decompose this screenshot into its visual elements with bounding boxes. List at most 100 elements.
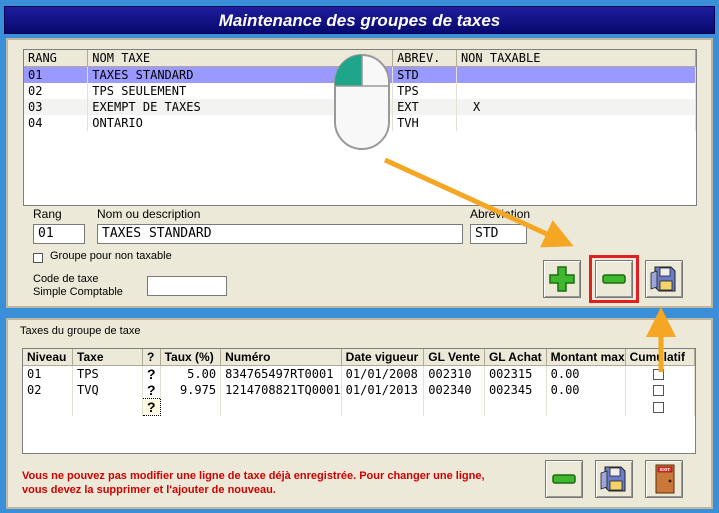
groups-panel: RANG NOM TAXE ABREV. NON TAXABLE 01 TAXE… [6, 38, 713, 308]
save-icon [600, 466, 626, 492]
warning-line-2: vous devez la supprimer et l'ajouter de … [22, 484, 276, 496]
cell-date: 01/01/2013 [341, 382, 425, 399]
cell-gl-vente: 002310 [423, 365, 485, 382]
cell-numero: 1214708821TQ0001 [220, 382, 342, 399]
cumulatif-checkbox[interactable] [652, 401, 664, 413]
rang-label: Rang [33, 207, 62, 221]
cell-rang: 03 [24, 99, 89, 115]
code-input[interactable] [147, 276, 227, 296]
svg-text:EXIT: EXIT [660, 467, 670, 472]
cell-nom: TPS SEULEMENT [87, 83, 394, 99]
remove-icon [552, 474, 576, 484]
groups-table[interactable]: RANG NOM TAXE ABREV. NON TAXABLE 01 TAXE… [23, 49, 697, 206]
cell-rang: 02 [24, 83, 89, 99]
table-row[interactable]: 01 TPS ? 5.00 834765497RT0001 01/01/2008… [23, 365, 695, 382]
add-button[interactable] [543, 260, 581, 298]
cell-taux [160, 398, 222, 416]
help-icon[interactable]: ? [142, 382, 161, 399]
cell-non-taxable: X [456, 99, 696, 115]
taxes-table-header: Niveau Taxe ? Taux (%) Numéro Date vigue… [23, 349, 695, 366]
window-title: Maintenance des groupes de taxes [4, 6, 715, 34]
code-label-1: Code de taxe [33, 273, 99, 285]
taxes-table[interactable]: Niveau Taxe ? Taux (%) Numéro Date vigue… [22, 348, 696, 454]
help-icon[interactable]: ? [142, 398, 161, 416]
save-button[interactable] [645, 260, 683, 298]
cell-montant-max: 0.00 [546, 365, 626, 382]
cell-gl-achat [484, 398, 547, 416]
cell-abrev: TVH [392, 115, 457, 131]
groups-table-header: RANG NOM TAXE ABREV. NON TAXABLE [24, 50, 696, 67]
nom-label: Nom ou description [97, 207, 201, 221]
col-help[interactable]: ? [142, 349, 161, 366]
cell-numero: 834765497RT0001 [220, 365, 342, 382]
table-row[interactable]: 04 ONTARIO TVH [24, 115, 696, 131]
cell-cumulatif [625, 382, 695, 399]
cell-niveau: 02 [23, 382, 74, 399]
cumulatif-checkbox[interactable] [652, 384, 664, 396]
table-row[interactable]: ? [23, 398, 695, 416]
cell-non-taxable [456, 66, 696, 83]
cell-gl-achat: 002315 [484, 365, 547, 382]
cell-niveau [23, 398, 74, 416]
col-gl-vente[interactable]: GL Vente [423, 349, 485, 366]
save-tax-button[interactable] [595, 460, 633, 498]
exit-door-icon: EXIT [655, 464, 675, 494]
save-icon [650, 266, 676, 292]
col-abrev[interactable]: ABREV. [392, 50, 457, 67]
remove-tax-button[interactable] [545, 460, 583, 498]
cell-date [341, 398, 425, 416]
col-rang[interactable]: RANG [24, 50, 89, 67]
nom-input[interactable]: TAXES STANDARD [97, 224, 463, 244]
cell-date: 01/01/2008 [341, 365, 425, 382]
non-taxable-checkbox[interactable] [33, 253, 43, 263]
cell-abrev: TPS [392, 83, 457, 99]
col-nom-taxe[interactable]: NOM TAXE [87, 50, 394, 67]
cell-abrev: EXT [392, 99, 457, 115]
cell-rang: 01 [24, 66, 89, 83]
table-row[interactable]: 01 TAXES STANDARD STD [24, 66, 696, 83]
cell-nom: TAXES STANDARD [87, 66, 394, 83]
cell-montant-max: 0.00 [546, 382, 626, 399]
taxes-panel: Taxes du groupe de taxe Niveau Taxe ? Ta… [6, 318, 713, 509]
cell-taxe: TVQ [72, 382, 143, 399]
abrev-input[interactable]: STD [470, 224, 527, 244]
cell-abrev: STD [392, 66, 457, 83]
cell-cumulatif [625, 365, 695, 382]
cell-cumulatif [625, 398, 695, 416]
table-row[interactable]: 03 EXEMPT DE TAXES EXT X [24, 99, 696, 115]
table-row[interactable]: 02 TPS SEULEMENT TPS [24, 83, 696, 99]
cell-gl-vente [423, 398, 485, 416]
col-non-taxable[interactable]: NON TAXABLE [456, 50, 696, 67]
abrev-label: Abreviation [470, 207, 531, 221]
remove-icon [602, 274, 626, 284]
col-numero[interactable]: Numéro [220, 349, 342, 366]
cell-taxe [72, 398, 143, 416]
code-label-2: Simple Comptable [33, 286, 123, 298]
rang-input[interactable]: 01 [33, 224, 85, 244]
cell-non-taxable [456, 115, 696, 131]
non-taxable-label: Groupe pour non taxable [50, 250, 172, 262]
cell-nom: EXEMPT DE TAXES [87, 99, 394, 115]
col-taxe[interactable]: Taxe [72, 349, 143, 366]
warning-message: Vous ne pouvez pas modifier une ligne de… [22, 469, 542, 497]
col-date-vigueur[interactable]: Date vigueur [341, 349, 425, 366]
cell-numero [220, 398, 342, 416]
col-niveau[interactable]: Niveau [23, 349, 74, 366]
cell-non-taxable [456, 83, 696, 99]
cell-taxe: TPS [72, 365, 143, 382]
warning-line-1: Vous ne pouvez pas modifier une ligne de… [22, 470, 485, 482]
col-montant-max[interactable]: Montant max [546, 349, 626, 366]
cell-taux: 9.975 [160, 382, 222, 399]
cell-taux: 5.00 [160, 365, 222, 382]
exit-button[interactable]: EXIT [645, 460, 683, 498]
taxes-section-title: Taxes du groupe de taxe [20, 325, 141, 337]
remove-button[interactable] [595, 260, 633, 298]
col-taux[interactable]: Taux (%) [160, 349, 222, 366]
cell-gl-achat: 002345 [484, 382, 547, 399]
col-gl-achat[interactable]: GL Achat [484, 349, 547, 366]
col-cumulatif[interactable]: Cumulatif [625, 349, 695, 366]
help-icon[interactable]: ? [142, 365, 161, 382]
cumulatif-checkbox[interactable] [652, 368, 664, 380]
add-icon [549, 266, 575, 292]
table-row[interactable]: 02 TVQ ? 9.975 1214708821TQ0001 01/01/20… [23, 382, 695, 399]
